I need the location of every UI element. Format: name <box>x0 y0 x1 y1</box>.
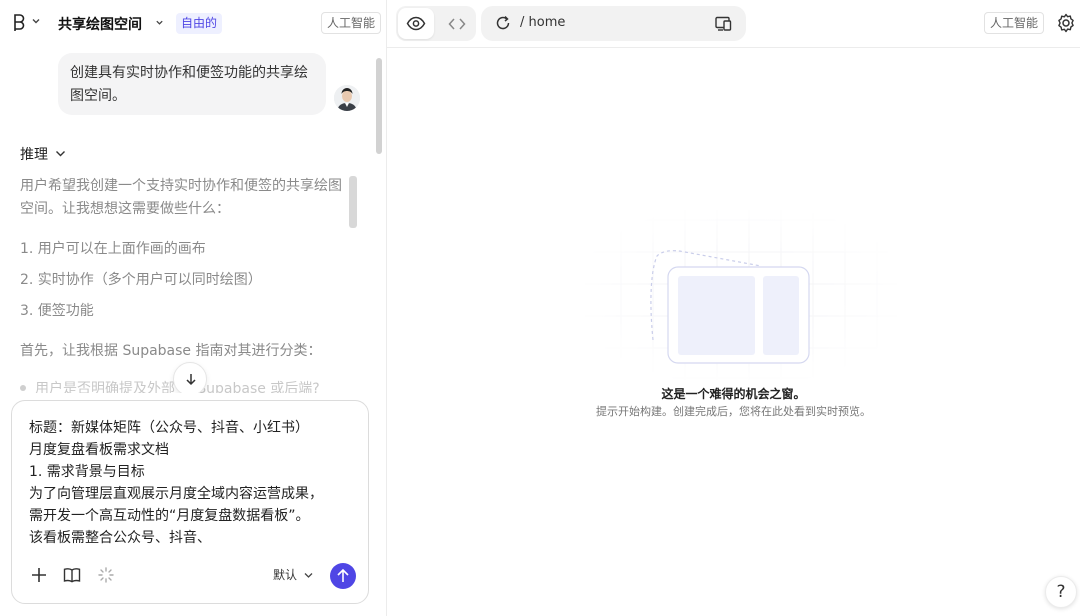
prompt-line: 月度复盘看板需求文档 <box>29 442 169 458</box>
prompt-line: 标题：新媒体矩阵（公众号、抖音、小红书） <box>29 420 309 436</box>
arrow-up-icon <box>337 568 349 582</box>
reasoning-scrollbar[interactable] <box>349 176 357 228</box>
avatar <box>334 85 360 111</box>
code-view-button[interactable] <box>440 8 474 39</box>
help-button[interactable]: ? <box>1045 576 1077 608</box>
chevron-down-icon[interactable] <box>55 149 66 158</box>
bullet <box>20 385 26 391</box>
eye-icon <box>406 16 426 31</box>
reasoning-list-item: 3. 便签功能 <box>20 303 94 319</box>
view-toggle <box>396 6 476 41</box>
send-button[interactable] <box>330 563 356 589</box>
model-select[interactable]: 默认 <box>273 566 297 583</box>
prompt-line: 该看板需整合公众号、抖音、 <box>29 530 211 546</box>
code-icon <box>448 18 466 30</box>
chevron-down-icon[interactable] <box>155 18 164 27</box>
scroll-to-bottom-button[interactable] <box>173 362 207 393</box>
arrow-down-icon <box>186 374 196 386</box>
user-message: 创建具有实时协作和便签功能的共享绘图空间。 <box>58 53 326 115</box>
ai-badge[interactable]: 人工智能 <box>321 12 382 34</box>
devices-icon[interactable] <box>715 16 732 31</box>
book-icon[interactable] <box>63 567 81 583</box>
reasoning-next: 首先，让我根据 Supabase 指南对其进行分类： <box>20 343 322 359</box>
prompt-input[interactable]: 标题：新媒体矩阵（公众号、抖音、小红书） 月度复盘看板需求文档 1. 需求背景与… <box>29 417 349 549</box>
prompt-line: 需开发一个高互动性的“月度复盘数据看板”。 <box>29 508 310 524</box>
url-path[interactable]: / home <box>520 15 565 30</box>
reasoning-faded-line: 用户是否明确提及外部 ... Supabase 或后端? <box>20 378 320 393</box>
prompt-line: 为了向管理层直观展示月度全域内容运营成果， <box>29 486 323 502</box>
gear-icon[interactable] <box>1056 13 1076 33</box>
prompt-line: 1. 需求背景与目标 <box>29 464 145 480</box>
preview-panel: / home 人工智能 这是一个难得的机会之窗。 提示开始构建。创建完成后，您将… <box>387 0 1080 616</box>
reasoning-toggle[interactable]: 推理 <box>20 144 48 164</box>
plan-badge[interactable]: 自由的 <box>176 13 223 34</box>
chat-header: 共享绘图空间 自由的 人工智能 <box>0 0 386 48</box>
chat-messages: 创建具有实时协作和便签功能的共享绘图空间。 推理 用户希望我创建一个支持实时协作… <box>0 48 386 393</box>
reasoning-list-item: 1. 用户可以在上面作画的画布 <box>20 241 206 257</box>
url-bar[interactable]: / home <box>481 6 746 41</box>
ai-badge[interactable]: 人工智能 <box>984 12 1045 34</box>
logo-icon[interactable] <box>12 14 28 32</box>
preview-toolbar: / home 人工智能 <box>387 0 1080 48</box>
reasoning-list-item: 2. 实时协作（多个用户可以同时绘图） <box>20 272 262 288</box>
prompt-composer[interactable]: 标题：新媒体矩阵（公众号、抖音、小红书） 月度复盘看板需求文档 1. 需求背景与… <box>11 400 369 604</box>
chevron-down-icon[interactable] <box>31 16 41 26</box>
preview-view-button[interactable] <box>398 8 434 39</box>
empty-state-title: 这是一个难得的机会之窗。 <box>661 387 806 401</box>
workspace-title[interactable]: 共享绘图空间 <box>58 14 142 34</box>
plus-icon[interactable] <box>30 566 48 584</box>
chevron-down-icon[interactable] <box>304 572 313 579</box>
reload-icon[interactable] <box>495 15 511 31</box>
chat-panel: 共享绘图空间 自由的 人工智能 创建具有实时协作和便签功能的共享绘图空间。 推理… <box>0 0 387 616</box>
empty-state-illustration <box>585 210 897 380</box>
empty-state-subtitle: 提示开始构建。创建完成后，您将在此处看到实时预览。 <box>596 405 871 418</box>
reasoning-intro: 用户希望我创建一个支持实时协作和便签的共享绘图空间。让我想想这需要做些什么： <box>20 178 342 217</box>
chat-scrollbar[interactable] <box>376 58 382 154</box>
sparkle-icon[interactable] <box>97 566 115 584</box>
